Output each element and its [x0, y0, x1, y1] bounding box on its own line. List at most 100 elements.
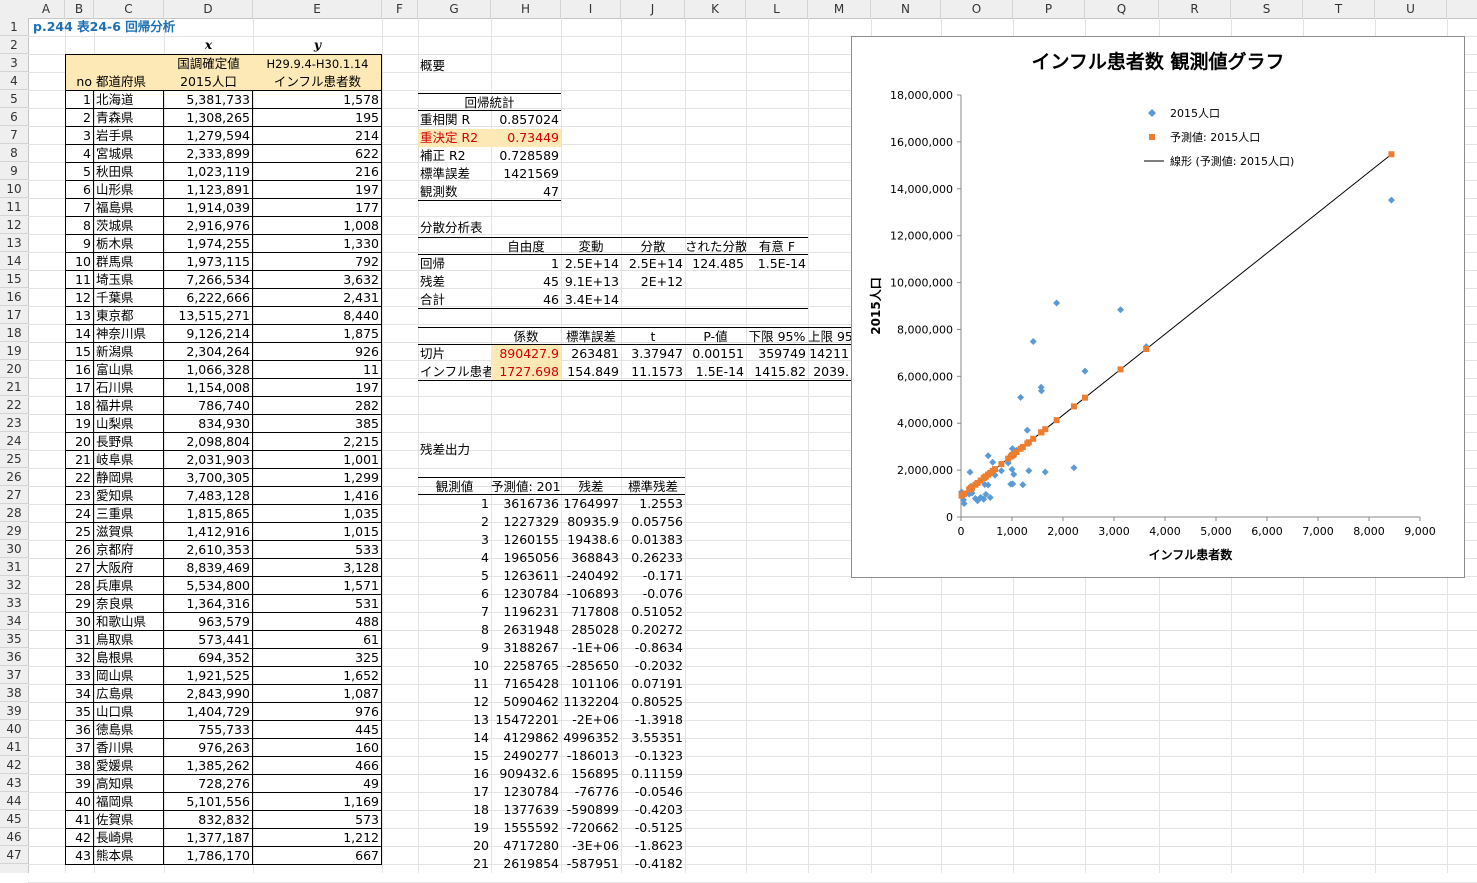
- resid-cell[interactable]: -587951: [561, 855, 621, 873]
- column-header-Q[interactable]: Q: [1085, 0, 1159, 18]
- pref-flu-cell[interactable]: 622: [253, 145, 382, 163]
- row-header-29[interactable]: 29: [0, 522, 28, 540]
- pref-pop-cell[interactable]: 8,839,469: [164, 559, 253, 577]
- anova-cell[interactable]: [685, 273, 746, 291]
- pref-flu-cell[interactable]: 1,008: [253, 217, 382, 235]
- pref-no-cell[interactable]: 37: [65, 739, 94, 757]
- anova-head-cell[interactable]: 自由度: [491, 237, 561, 255]
- coef-head-cell[interactable]: 標準誤差: [561, 327, 621, 345]
- resid-cell[interactable]: -285650: [561, 657, 621, 675]
- row-header-5[interactable]: 5: [0, 90, 28, 108]
- pref-no-cell[interactable]: 6: [65, 181, 94, 199]
- row-header-27[interactable]: 27: [0, 486, 28, 504]
- coef-head-cell[interactable]: P-値: [685, 327, 746, 345]
- column-header-C[interactable]: C: [94, 0, 164, 18]
- pref-flu-cell[interactable]: 2,215: [253, 433, 382, 451]
- resid-cell[interactable]: -1.3918: [621, 711, 685, 729]
- resid-cell[interactable]: 368843: [561, 549, 621, 567]
- pref-name-cell[interactable]: 千葉県: [94, 289, 164, 307]
- resid-cell[interactable]: 1227329: [491, 513, 561, 531]
- pref-no-cell[interactable]: 23: [65, 487, 94, 505]
- resid-cell[interactable]: 1377639: [491, 801, 561, 819]
- pref-pop-cell[interactable]: 5,381,733: [164, 91, 253, 109]
- pref-name-cell[interactable]: 新潟県: [94, 343, 164, 361]
- resid-cell[interactable]: 1.2553: [621, 495, 685, 513]
- anova-cell[interactable]: 回帰: [418, 255, 491, 273]
- pref-name-cell[interactable]: 京都府: [94, 541, 164, 559]
- row-header-22[interactable]: 22: [0, 396, 28, 414]
- pref-no-cell[interactable]: 21: [65, 451, 94, 469]
- resid-cell[interactable]: 1764997: [561, 495, 621, 513]
- anova-cell[interactable]: [685, 291, 746, 309]
- resid-cell[interactable]: -76776: [561, 783, 621, 801]
- resid-cell[interactable]: 2258765: [491, 657, 561, 675]
- pref-pop-cell[interactable]: 728,276: [164, 775, 253, 793]
- pref-name-cell[interactable]: 岩手県: [94, 127, 164, 145]
- coef-cell[interactable]: 11.1573: [621, 363, 685, 381]
- row-header-18[interactable]: 18: [0, 324, 28, 342]
- pref-flu-cell[interactable]: 1,578: [253, 91, 382, 109]
- pref-name-cell[interactable]: 島根県: [94, 649, 164, 667]
- pref-no-cell[interactable]: 41: [65, 811, 94, 829]
- row-header-47[interactable]: 47: [0, 846, 28, 864]
- anova-cell[interactable]: 2.5E+14: [561, 255, 621, 273]
- resid-cell[interactable]: 0.51052: [621, 603, 685, 621]
- pref-name-cell[interactable]: 三重県: [94, 505, 164, 523]
- anova-cell[interactable]: 合計: [418, 291, 491, 309]
- scatter-chart[interactable]: インフル患者数 観測値グラフ 0 2,000,000 4,000,000 6,000,0…: [851, 36, 1465, 578]
- anova-head-cell[interactable]: された分散: [685, 237, 746, 255]
- row-header-28[interactable]: 28: [0, 504, 28, 522]
- anova-head-cell[interactable]: 変動: [561, 237, 621, 255]
- coef-head-cell[interactable]: 上限 95%: [808, 327, 851, 345]
- resid-cell[interactable]: 0.80525: [621, 693, 685, 711]
- pref-flu-cell[interactable]: 3,632: [253, 271, 382, 289]
- resid-cell[interactable]: -0.4182: [621, 855, 685, 873]
- resid-cell[interactable]: 1: [418, 495, 491, 513]
- anova-cell[interactable]: 3.4E+14: [561, 291, 621, 309]
- row-header-41[interactable]: 41: [0, 738, 28, 756]
- resid-cell[interactable]: -0.0546: [621, 783, 685, 801]
- coef-head-cell[interactable]: 係数: [491, 327, 561, 345]
- resid-cell[interactable]: 1230784: [491, 585, 561, 603]
- column-header-R[interactable]: R: [1159, 0, 1231, 18]
- pref-pop-cell[interactable]: 2,610,353: [164, 541, 253, 559]
- column-header-K[interactable]: K: [685, 0, 746, 18]
- pref-name-cell[interactable]: 石川県: [94, 379, 164, 397]
- pref-flu-cell[interactable]: 1,169: [253, 793, 382, 811]
- row-header-19[interactable]: 19: [0, 342, 28, 360]
- pref-flu-cell[interactable]: 1,015: [253, 523, 382, 541]
- pref-no-cell[interactable]: 25: [65, 523, 94, 541]
- pref-no-cell[interactable]: 39: [65, 775, 94, 793]
- resid-cell[interactable]: 11: [418, 675, 491, 693]
- pref-no-cell[interactable]: 9: [65, 235, 94, 253]
- resid-cell[interactable]: 156895: [561, 765, 621, 783]
- column-header-E[interactable]: E: [253, 0, 382, 18]
- pref-pop-cell[interactable]: 7,483,128: [164, 487, 253, 505]
- pref-no-cell[interactable]: 3: [65, 127, 94, 145]
- pref-no-cell[interactable]: 14: [65, 325, 94, 343]
- pref-name-cell[interactable]: 群馬県: [94, 253, 164, 271]
- row-header-10[interactable]: 10: [0, 180, 28, 198]
- pref-name-cell[interactable]: 青森県: [94, 109, 164, 127]
- row-header-37[interactable]: 37: [0, 666, 28, 684]
- pref-no-cell[interactable]: 4: [65, 145, 94, 163]
- pref-pop-cell[interactable]: 694,352: [164, 649, 253, 667]
- row-header-43[interactable]: 43: [0, 774, 28, 792]
- resid-cell[interactable]: -1E+06: [561, 639, 621, 657]
- pref-flu-cell[interactable]: 1,330: [253, 235, 382, 253]
- row-header-46[interactable]: 46: [0, 828, 28, 846]
- pref-name-cell[interactable]: 徳島県: [94, 721, 164, 739]
- pref-flu-cell[interactable]: 1,652: [253, 667, 382, 685]
- pref-pop-cell[interactable]: 786,740: [164, 397, 253, 415]
- resid-cell[interactable]: -106893: [561, 585, 621, 603]
- row-header-24[interactable]: 24: [0, 432, 28, 450]
- pref-flu-cell[interactable]: 2,431: [253, 289, 382, 307]
- pref-flu-cell[interactable]: 197: [253, 181, 382, 199]
- row-header-23[interactable]: 23: [0, 414, 28, 432]
- pref-pop-cell[interactable]: 2,304,264: [164, 343, 253, 361]
- column-header-H[interactable]: H: [491, 0, 561, 18]
- resid-cell[interactable]: 717808: [561, 603, 621, 621]
- pref-pop-cell[interactable]: 9,126,214: [164, 325, 253, 343]
- pref-pop-cell[interactable]: 1,412,916: [164, 523, 253, 541]
- row-header-11[interactable]: 11: [0, 198, 28, 216]
